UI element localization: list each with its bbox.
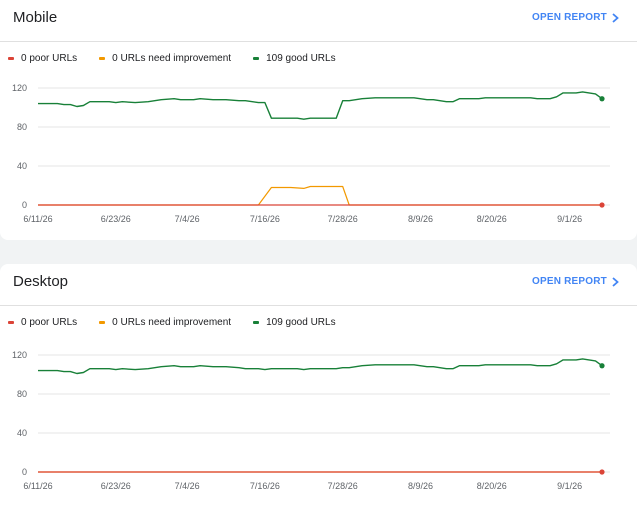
y-tick-label: 120 <box>12 350 27 360</box>
series-line-needs-improvement <box>38 185 602 206</box>
open-report-button[interactable]: OPEN REPORT <box>532 276 619 287</box>
desktop-card: Desktop OPEN REPORT 0 poor URLs 0 URLs n… <box>0 264 637 512</box>
open-report-label: OPEN REPORT <box>532 276 607 287</box>
x-tick-label: 7/28/26 <box>328 214 358 224</box>
y-tick-label: 120 <box>12 83 27 93</box>
card-title: Mobile <box>13 9 58 26</box>
legend-swatch-needs-improvement <box>99 321 106 324</box>
y-tick-label: 0 <box>22 467 27 477</box>
x-tick-label: 6/11/26 <box>23 214 52 224</box>
series-end-marker-good <box>599 363 605 369</box>
legend-label-needs-improvement: 0 URLs need improvement <box>112 53 232 64</box>
series-line-good <box>38 358 603 375</box>
series-end-marker-poor <box>599 202 605 208</box>
legend-item-good[interactable]: 109 good URLs <box>253 53 336 64</box>
legend-item-needs-improvement[interactable]: 0 URLs need improvement <box>99 53 231 64</box>
mobile-line-chart: 0 40 80 120 6/11/26 6/23/26 7/4/26 7/16/26 7/28/… <box>12 83 610 224</box>
x-tick-label: 7/4/26 <box>175 214 200 224</box>
chevron-right-icon <box>612 12 619 23</box>
open-report-label: OPEN REPORT <box>532 12 607 23</box>
y-tick-label: 0 <box>22 200 27 210</box>
x-tick-label: 6/11/26 <box>23 481 52 491</box>
x-tick-label: 8/9/26 <box>408 214 433 224</box>
y-tick-label: 40 <box>17 161 27 171</box>
legend-label-good: 109 good URLs <box>266 53 336 64</box>
legend-swatch-needs-improvement <box>99 57 106 60</box>
x-tick-label: 7/16/26 <box>250 481 280 491</box>
divider <box>0 305 637 306</box>
y-tick-label: 80 <box>17 389 27 399</box>
legend-label-poor: 0 poor URLs <box>21 317 78 328</box>
x-tick-label: 7/28/26 <box>328 481 358 491</box>
x-tick-label: 6/23/26 <box>101 481 131 491</box>
legend-label-good: 109 good URLs <box>266 317 336 328</box>
series-end-marker-good <box>599 96 605 102</box>
series-end-marker-poor <box>599 469 605 475</box>
legend-item-poor[interactable]: 0 poor URLs <box>8 317 77 328</box>
legend-swatch-good <box>253 321 260 324</box>
legend-item-good[interactable]: 109 good URLs <box>253 317 336 328</box>
mobile-card: Mobile OPEN REPORT 0 poor URLs 0 URLs ne… <box>0 0 637 240</box>
y-tick-label: 80 <box>17 122 27 132</box>
x-tick-label: 8/20/26 <box>477 481 507 491</box>
desktop-line-chart: 0 40 80 120 6/11/26 6/23/26 7/4/26 7/16/26 7/28/… <box>12 350 610 491</box>
card-title: Desktop <box>13 273 69 290</box>
x-tick-label: 9/1/26 <box>557 481 582 491</box>
x-tick-label: 7/16/26 <box>250 214 280 224</box>
legend-swatch-poor <box>8 321 14 324</box>
legend-item-poor[interactable]: 0 poor URLs <box>8 53 77 64</box>
chart-legend: 0 poor URLs 0 URLs need improvement 109 … <box>8 317 358 328</box>
chart-legend: 0 poor URLs 0 URLs need improvement 109 … <box>8 53 358 64</box>
divider <box>0 41 637 42</box>
chevron-right-icon <box>612 276 619 287</box>
legend-swatch-good <box>253 57 260 60</box>
x-tick-label: 8/20/26 <box>477 214 507 224</box>
x-tick-label: 6/23/26 <box>101 214 131 224</box>
open-report-button[interactable]: OPEN REPORT <box>532 12 619 23</box>
series-line-good <box>38 91 603 120</box>
legend-item-needs-improvement[interactable]: 0 URLs need improvement <box>99 317 231 328</box>
x-tick-label: 7/4/26 <box>175 481 200 491</box>
legend-swatch-poor <box>8 57 14 60</box>
legend-label-poor: 0 poor URLs <box>21 53 78 64</box>
legend-label-needs-improvement: 0 URLs need improvement <box>112 317 232 328</box>
y-tick-label: 40 <box>17 428 27 438</box>
x-tick-label: 8/9/26 <box>408 481 433 491</box>
x-tick-label: 9/1/26 <box>557 214 582 224</box>
